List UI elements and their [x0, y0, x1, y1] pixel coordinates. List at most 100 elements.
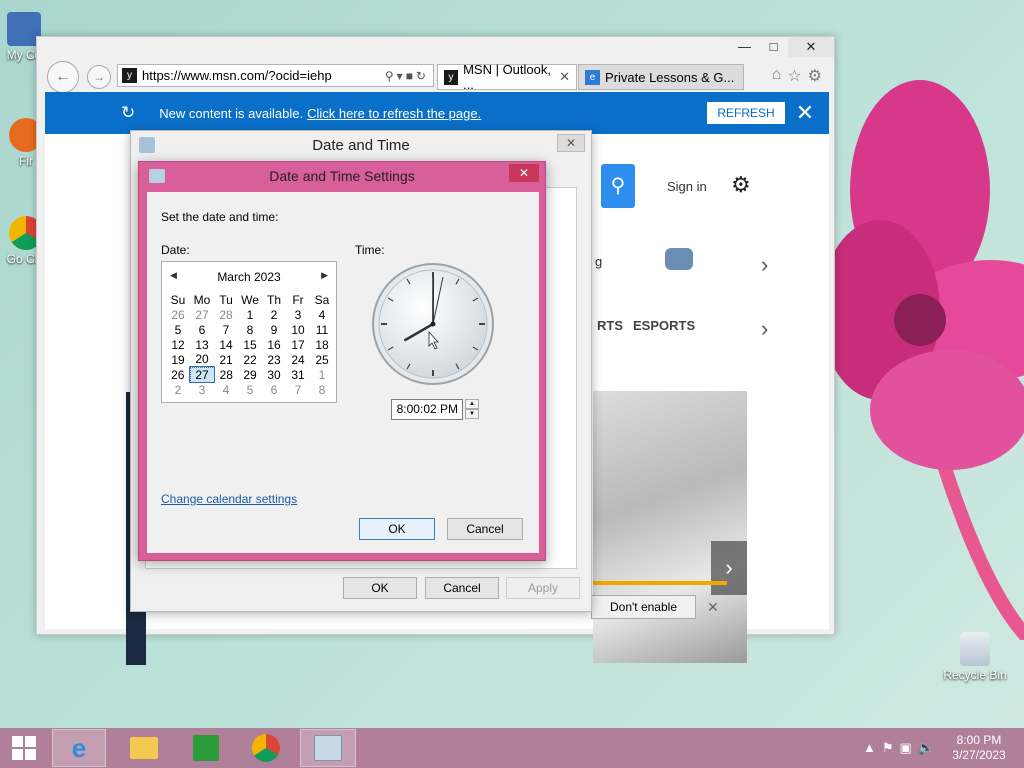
- close-button[interactable]: ✕: [557, 134, 585, 152]
- hero-image[interactable]: ›: [593, 391, 747, 663]
- calendar-day[interactable]: 19: [166, 352, 190, 367]
- calendar-day[interactable]: 21: [214, 352, 238, 367]
- close-button[interactable]: ✕: [788, 37, 834, 57]
- calendar-day[interactable]: 8: [238, 322, 262, 337]
- calendar-day[interactable]: 26: [166, 367, 190, 382]
- address-tools-icons[interactable]: ⚲▾■↻: [385, 69, 429, 83]
- address-bar[interactable]: y https://www.msn.com/?ocid=iehp ⚲▾■↻: [117, 64, 434, 87]
- chevron-right-icon[interactable]: ›: [761, 316, 768, 342]
- tray-clock[interactable]: 8:00 PM 3/27/2023: [944, 733, 1014, 763]
- chevron-up-icon[interactable]: ▲: [863, 740, 876, 756]
- calendar-day[interactable]: 28: [214, 307, 238, 322]
- cancel-button[interactable]: Cancel: [447, 518, 523, 540]
- calendar-day[interactable]: 3: [286, 307, 310, 322]
- ok-button[interactable]: OK: [343, 577, 417, 599]
- change-calendar-settings-link[interactable]: Change calendar settings: [161, 492, 297, 506]
- favorites-icon[interactable]: ☆: [787, 66, 801, 86]
- calendar-day[interactable]: 28: [214, 367, 238, 382]
- calendar-day[interactable]: 4: [310, 307, 334, 322]
- calendar-day[interactable]: 2: [166, 382, 190, 397]
- back-button[interactable]: ←: [47, 61, 79, 93]
- volume-muted-icon[interactable]: 🔈: [918, 740, 934, 756]
- close-tab-icon[interactable]: ✕: [559, 69, 570, 85]
- calendar-day[interactable]: 3: [190, 382, 214, 397]
- nav-item-partial[interactable]: g: [595, 254, 602, 269]
- time-spinner[interactable]: ▲ ▼: [465, 399, 479, 420]
- tray-date: 3/27/2023: [952, 748, 1006, 762]
- calendar-day[interactable]: 10: [286, 322, 310, 337]
- calendar-day[interactable]: 22: [238, 352, 262, 367]
- calendar-day-selected[interactable]: 27: [189, 366, 215, 383]
- desktop-icon-recycle-bin[interactable]: Recycle Bin: [942, 632, 1008, 682]
- calendar-day[interactable]: 6: [190, 322, 214, 337]
- calendar-day[interactable]: 15: [238, 337, 262, 352]
- taskbar-ie[interactable]: e: [52, 729, 106, 767]
- calendar-day[interactable]: 31: [286, 367, 310, 382]
- refresh-button[interactable]: REFRESH: [707, 102, 785, 124]
- calendar-day[interactable]: 13: [190, 337, 214, 352]
- nav-esports[interactable]: ESPORTS: [633, 318, 695, 333]
- refresh-link[interactable]: Click here to refresh the page.: [307, 106, 481, 121]
- calendar-day[interactable]: 9: [262, 322, 286, 337]
- calendar-day[interactable]: 5: [238, 382, 262, 397]
- spin-down-icon[interactable]: ▼: [465, 409, 479, 419]
- calendar-month-year[interactable]: March 2023: [162, 270, 336, 284]
- calendar-day[interactable]: 25: [310, 352, 334, 367]
- time-input[interactable]: 8:00:02 PM: [391, 399, 463, 420]
- calendar-day[interactable]: 17: [286, 337, 310, 352]
- next-month-icon[interactable]: ▶: [321, 270, 328, 281]
- carousel-next-icon[interactable]: ›: [711, 541, 747, 595]
- maximize-button[interactable]: □: [759, 37, 788, 57]
- calendar-day[interactable]: 29: [238, 367, 262, 382]
- taskbar-date-time[interactable]: [300, 729, 356, 767]
- minimize-button[interactable]: —: [730, 37, 759, 57]
- calendar-clock-icon: [314, 735, 342, 761]
- tab-private-lessons[interactable]: e Private Lessons & G...: [578, 64, 744, 90]
- nav-sports[interactable]: RTS: [597, 318, 623, 333]
- taskbar-store[interactable]: [178, 729, 234, 767]
- apply-button[interactable]: Apply: [506, 577, 580, 599]
- gear-icon[interactable]: ⚙: [731, 172, 751, 198]
- calendar-day[interactable]: 14: [214, 337, 238, 352]
- taskbar-file-explorer[interactable]: [116, 729, 172, 767]
- calendar-day[interactable]: 24: [286, 352, 310, 367]
- calendar-day[interactable]: 7: [214, 322, 238, 337]
- action-center-flag-icon[interactable]: ⚑: [882, 740, 894, 756]
- home-icon[interactable]: ⌂: [772, 66, 782, 86]
- spin-up-icon[interactable]: ▲: [465, 399, 479, 409]
- ok-button[interactable]: OK: [359, 518, 435, 540]
- calendar-day[interactable]: 23: [262, 352, 286, 367]
- calendar-day[interactable]: 11: [310, 322, 334, 337]
- calendar-day[interactable]: 2: [262, 307, 286, 322]
- calendar-day[interactable]: 7: [286, 382, 310, 397]
- search-button[interactable]: ⚲: [601, 164, 635, 208]
- car-icon[interactable]: [665, 248, 693, 270]
- taskbar-chrome[interactable]: [238, 729, 294, 767]
- network-icon[interactable]: ▣: [900, 740, 912, 756]
- calendar-day[interactable]: 18: [310, 337, 334, 352]
- close-notification-icon[interactable]: ✕: [785, 100, 825, 126]
- calendar-day[interactable]: 30: [262, 367, 286, 382]
- forward-button[interactable]: →: [87, 65, 111, 89]
- start-button[interactable]: [0, 729, 48, 767]
- calendar-day[interactable]: 20: [190, 352, 214, 367]
- sign-in-link[interactable]: Sign in: [667, 179, 707, 194]
- window-controls: — □ ✕: [730, 37, 834, 57]
- tab-msn[interactable]: y MSN | Outlook, ... ✕: [437, 62, 577, 92]
- calendar-day[interactable]: 12: [166, 337, 190, 352]
- calendar-day[interactable]: 8: [310, 382, 334, 397]
- close-button[interactable]: ✕: [509, 164, 539, 182]
- calendar-day[interactable]: 6: [262, 382, 286, 397]
- calendar-day[interactable]: 5: [166, 322, 190, 337]
- dont-enable-button[interactable]: Don't enable: [591, 595, 696, 619]
- cancel-button[interactable]: Cancel: [425, 577, 499, 599]
- calendar-day[interactable]: 1: [238, 307, 262, 322]
- calendar-day[interactable]: 1: [310, 367, 334, 382]
- calendar-day[interactable]: 4: [214, 382, 238, 397]
- chevron-right-icon[interactable]: ›: [761, 252, 768, 278]
- close-enable-icon[interactable]: ✕: [707, 599, 719, 616]
- settings-icon[interactable]: ⚙: [808, 66, 822, 86]
- calendar-day[interactable]: 27: [190, 307, 214, 322]
- calendar-day[interactable]: 26: [166, 307, 190, 322]
- calendar-day[interactable]: 16: [262, 337, 286, 352]
